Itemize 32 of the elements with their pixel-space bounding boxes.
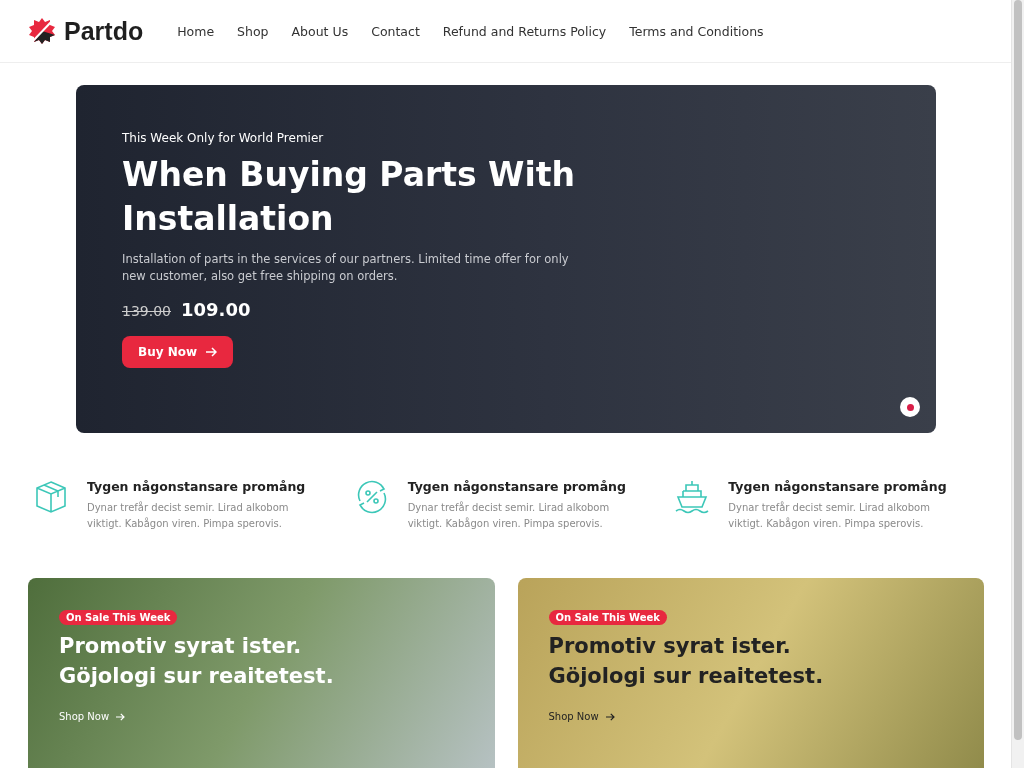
feature-title: Tygen någonstansare promång — [728, 479, 948, 494]
logo-icon — [28, 17, 56, 45]
buy-now-button[interactable]: Buy Now — [122, 336, 234, 368]
hero-description: Installation of parts in the services of our partners. Limited time offer for only new customer, also get free shipping on orders. — [122, 251, 570, 285]
sale-badge: On Sale This Week — [548, 610, 667, 625]
promo-title: Promotiv syrat ister. Göjologi sur reaitetest. — [59, 633, 335, 690]
box-icon — [33, 479, 69, 515]
arrow-icon — [205, 347, 218, 357]
feature-text: Dynar trefår decist semir. Lirad alkobom viktigt. Kabågon viren. Pimpa sperovis. — [407, 500, 611, 531]
slider-dot[interactable] — [900, 397, 920, 417]
arrow-icon — [115, 712, 126, 721]
ship-icon — [674, 479, 711, 515]
logo-text[interactable]: Partdo — [64, 16, 144, 46]
nav-link[interactable]: Terms and Conditions — [629, 23, 764, 39]
nav-link[interactable]: Shop — [237, 23, 269, 39]
nav-link[interactable]: Home — [177, 23, 215, 39]
sale-badge: On Sale This Week — [59, 610, 178, 625]
shop-now-link[interactable]: Shop Now — [548, 711, 615, 722]
nav-link[interactable]: Contact — [371, 23, 420, 39]
feature-text: Dynar trefår decist semir. Lirad alkobom viktigt. Kabågon viren. Pimpa sperovis. — [87, 500, 290, 531]
feature-text: Dynar trefår decist semir. Lirad alkobom viktigt. Kabågon viren. Pimpa sperovis. — [728, 500, 931, 531]
arrow-icon — [604, 712, 615, 721]
nav-link[interactable]: Refund and Returns Policy — [442, 23, 607, 39]
hero-eyebrow: This Week Only for World Premier — [122, 131, 325, 145]
nav-link[interactable]: About Us — [291, 23, 349, 39]
price: 109.00 — [181, 299, 251, 320]
feature-title: Tygen någonstansare promång — [87, 479, 307, 494]
feature-title: Tygen någonstansare promång — [407, 479, 627, 494]
hero-title: When Buying Parts With Installation — [122, 154, 577, 240]
promo-title: Promotiv syrat ister. Göjologi sur reaitetest. — [548, 633, 825, 690]
old-price: 139.00 — [122, 303, 171, 319]
shop-now-link[interactable]: Shop Now — [59, 711, 126, 722]
